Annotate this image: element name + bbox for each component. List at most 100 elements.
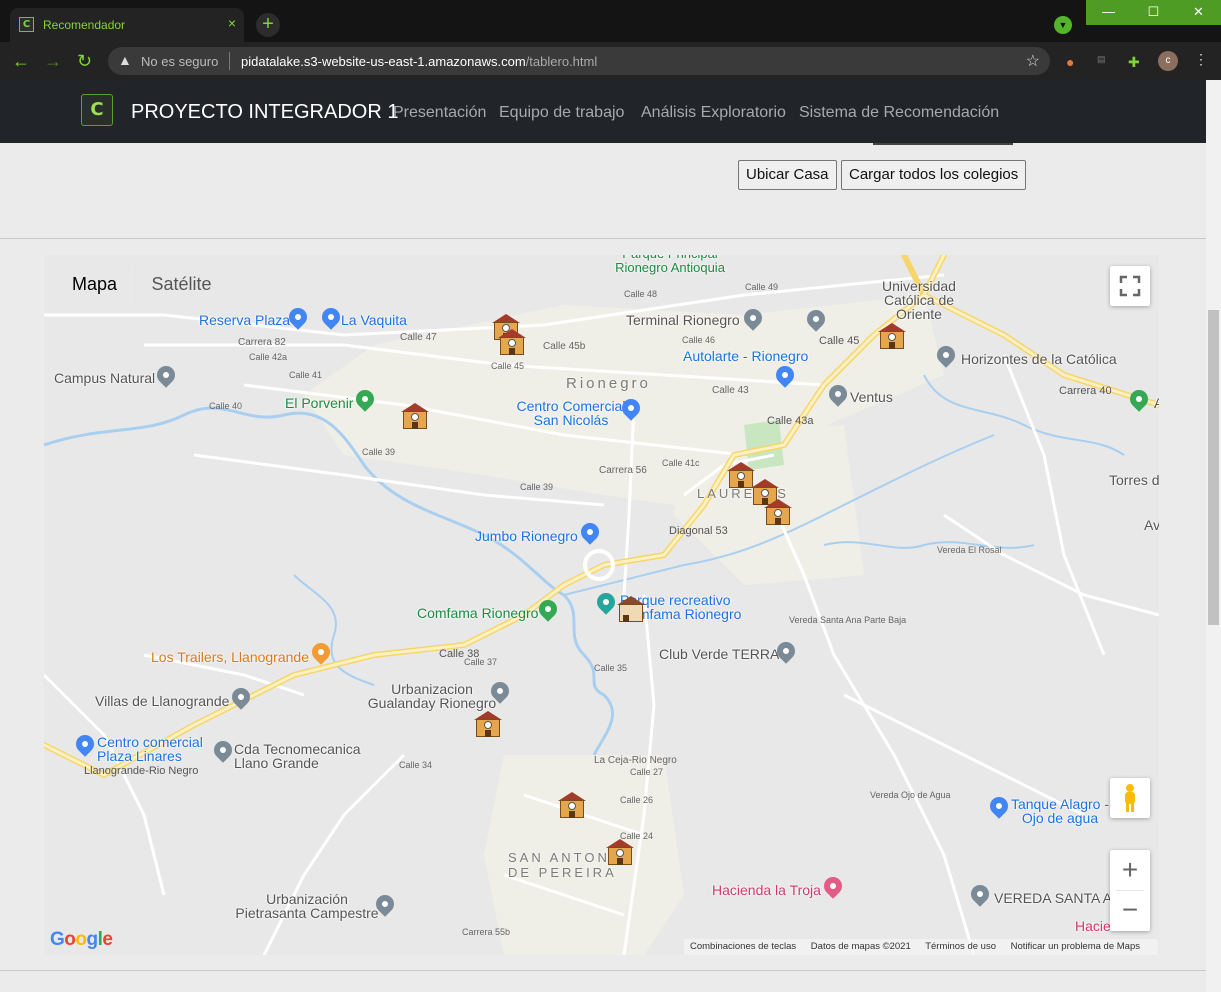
site-logo[interactable]: C <box>81 94 113 126</box>
brand-title[interactable]: PROYECTO INTEGRADOR 1 <box>131 101 398 124</box>
school-marker-icon[interactable] <box>556 790 588 820</box>
fullscreen-icon <box>1119 275 1141 297</box>
poi-pietrasanta[interactable]: Urbanización Pietrasanta Campestre <box>232 892 382 920</box>
street-label: Calle 41c <box>662 458 700 468</box>
street-label: Calle 42a <box>249 352 288 362</box>
street-label: Calle 34 <box>399 760 433 770</box>
url-path: /tablero.html <box>525 54 598 69</box>
address-bar[interactable]: ▲ No es seguro pidatalake.s3-website-us-… <box>108 47 1050 75</box>
browser-menu-icon[interactable]: ⋮ <box>1194 51 1208 68</box>
zoom-out-button[interactable]: − <box>1110 891 1150 931</box>
extension-icon[interactable]: ● <box>1066 54 1074 70</box>
nav-link-equipo[interactable]: Equipo de trabajo <box>499 104 624 122</box>
url-divider <box>229 52 230 70</box>
poi-autolarte[interactable]: Autolarte - Rionegro <box>683 348 808 364</box>
keyboard-shortcuts-link[interactable]: Combinaciones de teclas <box>690 941 796 952</box>
poi-cda-tecnomecanica[interactable]: Cda Tecnomecanica Llano Grande <box>234 742 374 770</box>
poi-reserva-plaza[interactable]: Reserva Plaza <box>199 312 290 328</box>
browser-toolbar: ← → ↻ ▲ No es seguro pidatalake.s3-websi… <box>0 42 1221 80</box>
zoom-in-button[interactable]: + <box>1110 850 1150 890</box>
fullscreen-button[interactable] <box>1110 266 1150 306</box>
poi-av-partial[interactable]: Av <box>1144 517 1159 533</box>
partial-element-edge <box>873 143 1013 145</box>
google-logo[interactable]: Google <box>50 929 113 951</box>
street-label: Calle 46 <box>682 335 716 345</box>
terms-link[interactable]: Términos de uso <box>925 941 996 952</box>
nav-link-presentacion[interactable]: Presentación <box>393 104 486 122</box>
tab-close-icon[interactable]: × <box>228 15 236 31</box>
page-scrollbar[interactable] <box>1206 80 1221 992</box>
locate-house-button[interactable]: Ubicar Casa <box>738 160 837 190</box>
nav-link-analisis[interactable]: Análisis Exploratorio <box>641 104 786 122</box>
poi-a-partial[interactable]: A <box>1154 395 1159 411</box>
poi-parque-principal[interactable]: Parque Principal Rionegro Antioquia <box>600 255 740 275</box>
poi-villas-llanogrande[interactable]: Villas de Llanogrande <box>95 693 229 709</box>
url-text[interactable]: pidatalake.s3-website-us-east-1.amazonaw… <box>241 54 597 69</box>
load-schools-button[interactable]: Cargar todos los colegios <box>841 160 1027 190</box>
poi-vereda-santa[interactable]: VEREDA SANTA AI <box>994 890 1116 906</box>
street-label: Calle 39 <box>520 482 554 492</box>
back-arrow-icon[interactable]: ← <box>12 51 30 72</box>
map-canvas[interactable]: Rionegro LAURELES SAN ANTONIO DE PEREIRA… <box>44 255 1159 955</box>
poi-club-verde[interactable]: Club Verde TERRA <box>659 646 779 662</box>
window-minimize-button[interactable]: — <box>1086 0 1131 25</box>
street-label: Vereda Santa Ana Parte Baja <box>789 615 907 625</box>
street-label: Calle 41 <box>289 370 323 380</box>
street-label: Carrera 82 <box>238 337 286 348</box>
house-marker-icon[interactable] <box>615 594 647 624</box>
poi-terminal-rionegro[interactable]: Terminal Rionegro <box>626 312 740 328</box>
scrollbar-thumb[interactable] <box>1208 310 1219 625</box>
poi-ventus[interactable]: Ventus <box>850 389 893 405</box>
poi-horizontes[interactable]: Horizontes de la Católica <box>961 351 1117 367</box>
street-label: Calle 39 <box>362 447 396 457</box>
street-view-button[interactable] <box>1110 778 1150 818</box>
street-label: Calle 43a <box>767 415 814 427</box>
street-label: Calle 40 <box>209 401 243 411</box>
poi-campus-natural[interactable]: Campus Natural <box>54 370 155 386</box>
school-marker-icon[interactable] <box>399 401 431 431</box>
security-label: No es seguro <box>141 54 219 69</box>
nav-link-recomendacion[interactable]: Sistema de Recomendación <box>799 104 999 122</box>
window-close-button[interactable]: ✕ <box>1176 0 1221 25</box>
city-label-rionegro: Rionegro <box>566 375 651 392</box>
git-zip-extension-icon[interactable]: ▤ <box>1097 54 1106 65</box>
street-label: Calle 26 <box>620 795 654 805</box>
school-marker-icon[interactable] <box>762 497 794 527</box>
school-marker-icon[interactable] <box>496 327 528 357</box>
profile-avatar[interactable]: c <box>1158 51 1178 71</box>
poi-los-trailers[interactable]: Los Trailers, Llanogrande <box>151 649 309 665</box>
poi-universidad-catolica[interactable]: Universidad Católica de Oriente <box>864 279 974 321</box>
street-label: Vereda Ojo de Agua <box>870 790 951 800</box>
map-type-map-button[interactable]: Mapa <box>54 265 135 304</box>
map-type-satellite-button[interactable]: Satélite <box>135 265 227 304</box>
window-maximize-button[interactable]: ☐ <box>1131 0 1176 25</box>
poi-tanque-alagro[interactable]: Tanque Alagro - Ojo de agua <box>1010 797 1110 825</box>
pegman-icon <box>1125 784 1135 812</box>
poi-torres[interactable]: Torres d <box>1109 472 1159 488</box>
poi-comfama-rionegro[interactable]: Comfama Rionegro <box>417 605 538 621</box>
divider <box>0 970 1206 971</box>
browser-tab[interactable]: C Recomendador × <box>10 8 244 42</box>
poi-plaza-linares[interactable]: Centro comercial Plaza Linares <box>97 735 217 763</box>
poi-el-porvenir[interactable]: El Porvenir <box>285 395 353 411</box>
poi-la-vaquita[interactable]: La Vaquita <box>341 312 407 328</box>
reload-icon[interactable]: ↻ <box>77 51 92 72</box>
zoom-control: + − <box>1110 850 1150 931</box>
poi-cc-san-nicolas[interactable]: Centro Comercial San Nicolás <box>506 399 636 427</box>
new-tab-button[interactable]: + <box>256 13 280 37</box>
bookmark-star-icon[interactable]: ☆ <box>1026 51 1040 71</box>
school-marker-icon[interactable] <box>604 837 636 867</box>
download-indicator-icon[interactable]: ▼ <box>1054 16 1072 34</box>
poi-gualanday[interactable]: Urbanizacion Gualanday Rionegro <box>362 682 502 710</box>
report-problem-link[interactable]: Notificar un problema de Maps <box>1011 941 1140 952</box>
poi-hacienda-partial[interactable]: Hacie <box>1075 918 1111 934</box>
forward-arrow-icon[interactable]: → <box>44 51 62 72</box>
poi-jumbo[interactable]: Jumbo Rionegro <box>475 528 578 544</box>
puzzle-extensions-icon[interactable]: ✚ <box>1128 54 1140 71</box>
street-label: Diagonal 53 <box>669 525 728 537</box>
street-label: Calle 49 <box>745 282 779 292</box>
poi-hacienda-troja[interactable]: Hacienda la Troja <box>712 882 821 898</box>
street-label: Carrera 55b <box>462 927 511 937</box>
school-marker-icon[interactable] <box>472 709 504 739</box>
school-marker-icon[interactable] <box>876 321 908 351</box>
